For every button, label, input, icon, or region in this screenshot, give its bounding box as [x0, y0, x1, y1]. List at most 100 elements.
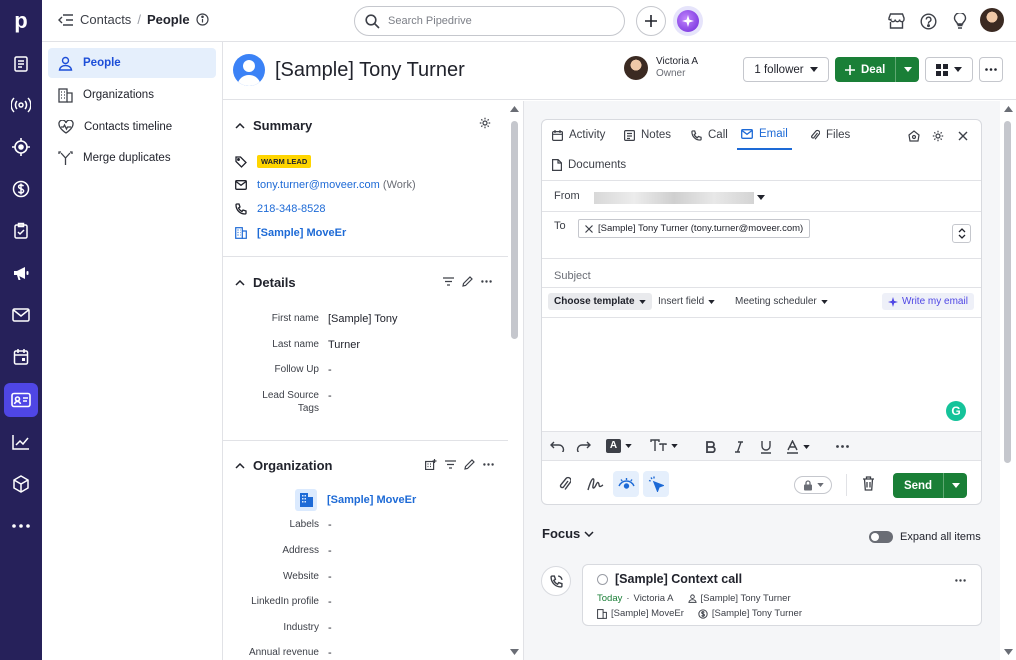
cc-bcc-toggle[interactable] [952, 224, 971, 243]
tasks-icon[interactable] [9, 219, 33, 243]
contacts-icon[interactable] [4, 383, 38, 417]
redo-icon[interactable] [576, 441, 591, 452]
tab-activity[interactable]: Activity [552, 120, 605, 150]
info-icon[interactable] [195, 13, 209, 26]
from-account-redacted[interactable] [594, 192, 754, 204]
email-body-editor[interactable] [542, 318, 981, 431]
filter-icon[interactable] [443, 277, 454, 286]
write-my-email-button[interactable]: Write my email [882, 293, 974, 310]
pipedrive-logo[interactable]: p [9, 8, 33, 34]
ai-assistant-button[interactable] [673, 6, 703, 36]
close-icon[interactable] [958, 131, 968, 141]
sidebar-item-merge-duplicates[interactable]: Merge duplicates [48, 143, 216, 173]
link-tracking-toggle[interactable] [643, 471, 669, 497]
scrollbar-thumb[interactable] [1004, 121, 1011, 463]
user-avatar[interactable] [980, 8, 1004, 32]
more-icon[interactable] [9, 514, 33, 538]
scrollbar-thumb[interactable] [511, 121, 518, 339]
activity-scrollbar[interactable] [1001, 101, 1016, 660]
owner-selector[interactable]: Victoria A Owner [624, 56, 698, 80]
font-size-picker[interactable] [650, 439, 678, 452]
marketplace-icon[interactable] [886, 11, 906, 31]
more-actions-button[interactable] [979, 57, 1003, 82]
organization-header[interactable]: Organization [235, 458, 332, 473]
scroll-up-icon[interactable] [1004, 106, 1013, 112]
activity-deal-link[interactable]: [Sample] Tony Turner [712, 608, 802, 619]
insights-icon[interactable] [9, 430, 33, 454]
activity-person-link[interactable]: [Sample] Tony Turner [701, 593, 791, 604]
tracking-icon[interactable] [908, 130, 920, 142]
privacy-dropdown[interactable] [794, 476, 832, 494]
subject-input[interactable]: Subject [554, 270, 591, 282]
label-row[interactable]: WARM LEAD [235, 155, 312, 168]
edit-pencil-icon[interactable] [462, 276, 473, 287]
underline-icon[interactable] [760, 440, 772, 454]
edit-pencil-icon[interactable] [464, 459, 475, 470]
search-box[interactable] [354, 6, 625, 36]
scroll-down-icon[interactable] [510, 649, 519, 655]
scroll-up-icon[interactable] [510, 106, 519, 112]
collapse-menu-icon[interactable] [58, 13, 74, 27]
organization-name-link[interactable]: [Sample] MoveEr [327, 494, 416, 506]
choose-template-button[interactable]: Choose template [548, 293, 652, 310]
trash-icon[interactable] [862, 476, 875, 491]
search-input[interactable] [388, 15, 588, 27]
send-button[interactable]: Send [893, 473, 943, 498]
filter-icon[interactable] [445, 460, 456, 469]
tab-notes[interactable]: Notes [624, 120, 671, 150]
activity-org-link[interactable]: [Sample] MoveEr [611, 608, 684, 619]
leads-icon[interactable] [9, 52, 33, 76]
italic-icon[interactable] [734, 441, 744, 453]
remove-icon[interactable] [585, 224, 593, 233]
follower-button[interactable]: 1 follower [743, 57, 829, 82]
add-deal-button[interactable]: Deal [835, 57, 896, 82]
insert-field-button[interactable]: Insert field [658, 296, 715, 307]
expand-all-items[interactable]: Expand all items [869, 531, 981, 543]
broadcast-icon[interactable] [9, 93, 33, 117]
help-icon[interactable] [918, 11, 938, 31]
activity-card[interactable]: [Sample] Context call Today · Victoria A … [582, 564, 982, 626]
scroll-down-icon[interactable] [1004, 649, 1013, 655]
more-formatting-icon[interactable] [836, 445, 849, 448]
organization-link[interactable]: [Sample] MoveEr [257, 227, 346, 239]
mark-done-checkbox[interactable] [597, 574, 608, 585]
signature-icon[interactable] [587, 477, 604, 491]
target-icon[interactable] [9, 135, 33, 159]
tips-lightbulb-icon[interactable] [950, 11, 970, 31]
sidebar-item-organizations[interactable]: Organizations [48, 80, 216, 110]
ellipsis-icon[interactable] [481, 280, 492, 283]
grammarly-icon[interactable]: G [946, 401, 966, 421]
tab-call[interactable]: Call [691, 120, 728, 150]
tab-email[interactable]: Email [737, 120, 792, 150]
recipient-chip[interactable]: [Sample] Tony Turner (tony.turner@moveer… [578, 219, 811, 238]
email-link[interactable]: tony.turner@moveer.com [257, 179, 380, 191]
focus-header[interactable]: Focus [542, 526, 594, 541]
subject-row[interactable]: Subject [542, 259, 981, 288]
composer-settings-icon[interactable] [932, 130, 944, 142]
quick-add-button[interactable] [636, 6, 666, 36]
change-organization-icon[interactable] [425, 459, 437, 470]
expand-toggle[interactable] [869, 531, 893, 543]
summary-settings-icon[interactable] [479, 117, 491, 129]
tab-files[interactable]: Files [810, 120, 850, 150]
attach-icon[interactable] [559, 476, 571, 492]
summary-header[interactable]: Summary [235, 118, 312, 133]
activity-more-icon[interactable] [955, 579, 966, 582]
products-icon[interactable] [9, 472, 33, 496]
caret-down-icon[interactable] [757, 195, 765, 200]
tab-documents[interactable]: Documents [552, 150, 626, 180]
tracking-toggle[interactable] [613, 471, 639, 497]
ellipsis-icon[interactable] [483, 463, 494, 466]
details-header[interactable]: Details [235, 275, 296, 290]
breadcrumb-contacts[interactable]: Contacts [80, 12, 131, 27]
sidebar-item-people[interactable]: People [48, 48, 216, 78]
bold-icon[interactable] [706, 441, 716, 453]
phone-link[interactable]: 218-348-8528 [257, 203, 326, 215]
calendar-icon[interactable] [9, 345, 33, 369]
send-options-button[interactable] [943, 473, 967, 498]
text-color-picker[interactable] [786, 440, 810, 454]
mail-icon[interactable] [9, 303, 33, 327]
campaigns-icon[interactable] [9, 261, 33, 285]
undo-icon[interactable] [550, 441, 565, 452]
meeting-scheduler-button[interactable]: Meeting scheduler [735, 296, 828, 307]
